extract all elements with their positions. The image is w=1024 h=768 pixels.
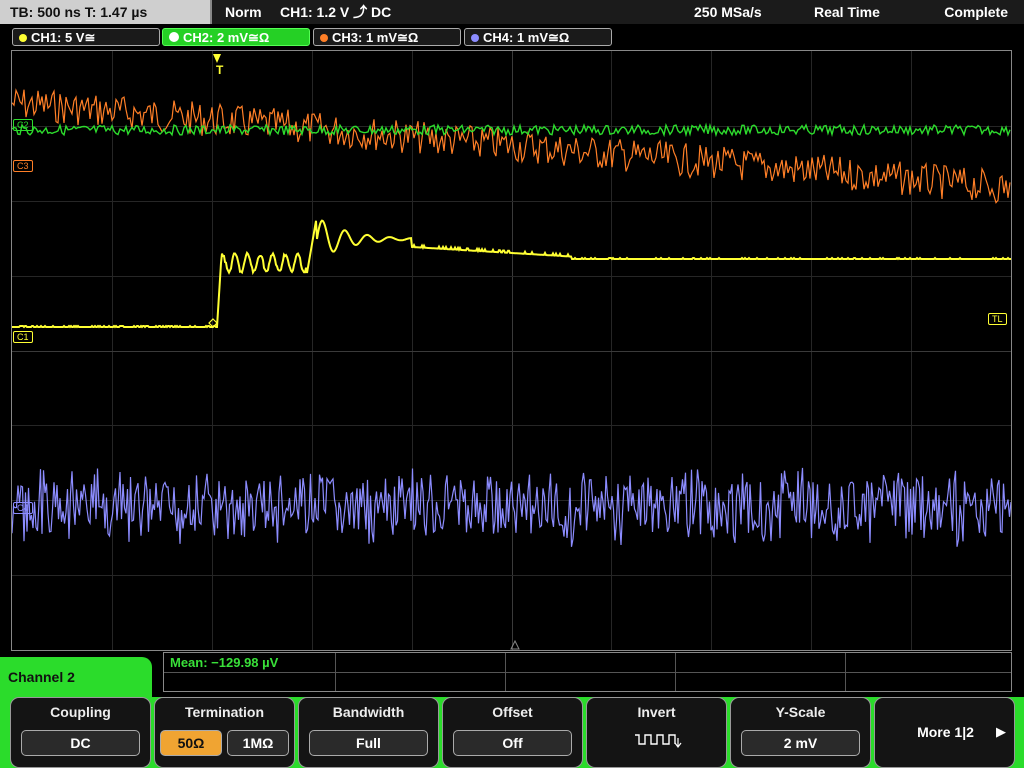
acquisition-status: Complete	[944, 4, 1008, 20]
channel-3-ref-marker[interactable]: C3	[13, 160, 33, 172]
bandwidth-title: Bandwidth	[332, 704, 405, 720]
channel-1-tab[interactable]: CH1: 5 V≅	[12, 28, 160, 46]
coupling-title: Coupling	[50, 704, 111, 720]
trigger-mode[interactable]: Norm	[225, 0, 262, 24]
sample-rate: 250 MSa/s	[694, 4, 762, 20]
channel-2-tab[interactable]: CH2: 2 mV≅Ω	[162, 28, 310, 46]
offset-title: Offset	[492, 704, 533, 720]
status-bar: TB: 500 ns T: 1.47 µs Norm CH1: 1.2 V ⤴ …	[0, 0, 1024, 24]
menu-title: Channel 2	[8, 669, 75, 685]
softkey-menu: Coupling DC Termination 50Ω 1MΩ Bandwidt…	[0, 697, 1024, 768]
coupling-softkey[interactable]: Coupling DC	[10, 697, 151, 768]
channel-1-ref-marker[interactable]: C1	[13, 331, 33, 343]
invert-softkey[interactable]: Invert	[586, 697, 727, 768]
more-softkey[interactable]: More 1|2 ▶	[874, 697, 1015, 768]
channel-1-trace	[12, 219, 1011, 329]
termination-1-megohm-option[interactable]: 1MΩ	[227, 730, 289, 756]
offset-softkey[interactable]: Offset Off	[442, 697, 583, 768]
acquisition-mode: Real Time	[814, 4, 880, 20]
channel-1-color-icon	[19, 34, 27, 42]
trigger-label: T	[216, 63, 224, 77]
menu-title-tab: Channel 2	[0, 657, 152, 699]
termination-title: Termination	[184, 704, 265, 720]
timebase-readout[interactable]: TB: 500 ns T: 1.47 µs	[0, 0, 212, 24]
channel-3-label: CH3: 1 mV≅Ω	[332, 30, 419, 45]
channel-3-color-icon	[320, 34, 328, 42]
trigger-position-icon[interactable]	[213, 54, 221, 63]
square-wave-icon	[635, 734, 682, 748]
channel-1-label: CH1: 5 V≅	[31, 30, 96, 45]
y-scale-title: Y-Scale	[775, 704, 826, 720]
invert-title: Invert	[637, 704, 676, 720]
y-scale-softkey[interactable]: Y-Scale 2 mV	[730, 697, 871, 768]
channel-2-label: CH2: 2 mV≅Ω	[183, 30, 270, 45]
coupling-value[interactable]: DC	[21, 730, 140, 756]
termination-50-ohm-option[interactable]: 50Ω	[160, 730, 222, 756]
y-scale-value[interactable]: 2 mV	[741, 730, 860, 756]
trigger-settings[interactable]: CH1: 1.2 V ⤴ DC	[280, 0, 391, 24]
channel-tabs: CH1: 5 V≅ CH2: 2 mV≅Ω CH3: 1 mV≅Ω CH4: 1…	[0, 25, 1024, 49]
bandwidth-softkey[interactable]: Bandwidth Full	[298, 697, 439, 768]
bandwidth-value[interactable]: Full	[309, 730, 428, 756]
channel-4-trace	[12, 467, 1011, 547]
channel-4-ref-marker[interactable]: C4	[13, 502, 33, 514]
channel-2-color-icon	[169, 32, 179, 42]
channel-4-color-icon	[471, 34, 479, 42]
more-label: More 1|2	[917, 724, 974, 740]
channel-3-trace	[12, 88, 1011, 204]
offset-value[interactable]: Off	[453, 730, 572, 756]
channel-2-ref-marker[interactable]: C2	[13, 119, 33, 131]
measurement-panel: Mean: −129.98 µV	[163, 652, 1012, 692]
channel-4-tab[interactable]: CH4: 1 mV≅Ω	[464, 28, 612, 46]
play-arrow-icon: ▶	[996, 724, 1006, 739]
channel-3-tab[interactable]: CH3: 1 mV≅Ω	[313, 28, 461, 46]
channel-4-label: CH4: 1 mV≅Ω	[483, 30, 570, 45]
termination-softkey[interactable]: Termination 50Ω 1MΩ	[154, 697, 295, 768]
mean-measurement: Mean: −129.98 µV	[170, 655, 279, 670]
waveform-canvas	[12, 51, 1011, 650]
waveform-display[interactable]: T C2 C3 C1 C4 TL	[11, 50, 1012, 651]
trigger-level-marker[interactable]: TL	[988, 313, 1007, 325]
